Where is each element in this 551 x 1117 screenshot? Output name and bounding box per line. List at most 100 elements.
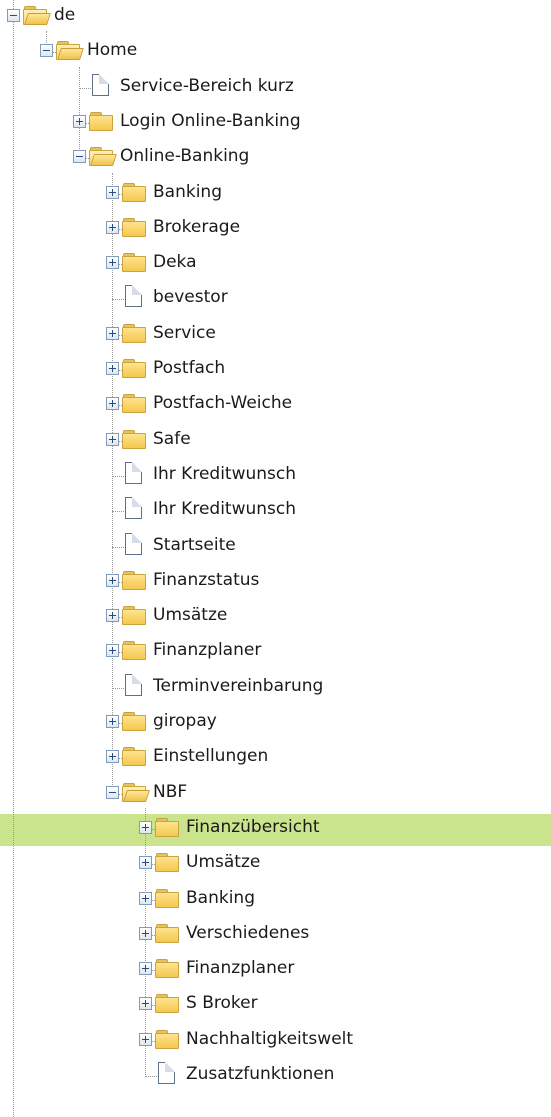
folder-icon [122,712,146,731]
tree-item-label[interactable]: Brokerage [153,217,240,237]
tree-item-ihr-kreditwunsch[interactable]: Ihr Kreditwunsch [0,459,551,489]
tree-item-label[interactable]: Terminvereinbarung [153,676,323,696]
tree-item-login-online-banking[interactable]: Login Online-Banking [0,106,551,136]
tree-item-verschiedenes[interactable]: Verschiedenes [0,918,551,948]
tree-item-service-bereich-kurz[interactable]: Service-Bereich kurz [0,71,551,101]
tree-item-label[interactable]: Finanzplaner [186,958,294,978]
tree-item-postfach[interactable]: Postfach [0,353,551,383]
tree-item-terminvereinbarung[interactable]: Terminvereinbarung [0,671,551,701]
expand-toggle-icon[interactable] [106,256,119,270]
expand-toggle-icon[interactable] [139,820,152,834]
folder-icon [122,606,146,626]
page-icon [125,497,143,520]
tree-item-label[interactable]: bevestor [153,287,228,307]
collapse-toggle-icon[interactable] [106,785,119,799]
tree-item-label[interactable]: NBF [153,782,187,802]
collapse-toggle-icon[interactable] [40,44,53,58]
expand-toggle-icon[interactable] [106,715,119,728]
folder-icon [122,747,146,767]
tree-item-label[interactable]: Einstellungen [153,746,268,766]
tree-item-label[interactable]: Banking [186,888,255,908]
expand-toggle-icon[interactable] [106,432,119,446]
folder-icon [122,570,146,590]
tree-item-label[interactable]: Safe [153,429,191,449]
tree-item-s-broker[interactable]: S Broker [0,988,551,1018]
expand-toggle-icon[interactable] [139,856,152,870]
collapse-toggle-icon[interactable] [7,9,20,22]
folder-icon [155,923,179,943]
tree-item-label[interactable]: Postfach [153,358,225,378]
expand-toggle-icon[interactable] [139,1032,152,1046]
tree-item-banking[interactable]: Banking [0,177,551,207]
expand-toggle-icon[interactable] [139,891,152,905]
folder-open-icon [23,6,51,25]
tree-item-safe[interactable]: Safe [0,424,551,454]
tree-item-label[interactable]: Deka [153,252,197,272]
tree-item-label[interactable]: Banking [153,182,222,202]
tree-item-label[interactable]: S Broker [186,993,258,1013]
tree-item-label[interactable]: Umsätze [186,852,260,872]
tree-item-brokerage[interactable]: Brokerage [0,212,551,242]
expand-toggle-icon[interactable] [139,997,152,1011]
tree-item-finanzplaner[interactable]: Finanzplaner [0,635,551,665]
tree-item-label[interactable]: Service-Bereich kurz [120,76,294,96]
tree-item-finanzuebersicht[interactable]: Finanzübersicht [0,812,551,842]
tree-item-label[interactable]: Verschiedenes [186,923,309,943]
tree-item-finanzplaner[interactable]: Finanzplaner [0,953,551,983]
tree-item-label[interactable]: Startseite [153,535,236,555]
tree-item-label[interactable]: Online-Banking [120,146,249,166]
tree-item-einstellungen[interactable]: Einstellungen [0,741,551,771]
tree-item-postfach-weiche[interactable]: Postfach-Weiche [0,388,551,418]
collapse-toggle-icon[interactable] [73,150,86,164]
expand-toggle-icon[interactable] [106,397,119,411]
tree-item-service[interactable]: Service [0,318,551,348]
folder-icon [155,1029,179,1049]
tree-item-bevestor[interactable]: bevestor [0,282,551,312]
folder-icon [122,217,146,237]
expand-toggle-icon[interactable] [106,220,119,234]
tree-item-label[interactable]: Login Online-Banking [120,111,301,131]
page-icon [158,1062,176,1085]
tree-item-home[interactable]: Home [0,35,551,65]
tree-item-label[interactable]: Finanzplaner [153,640,261,660]
tree-item-ihr-kreditwunsch[interactable]: Ihr Kreditwunsch [0,494,551,524]
folder-icon [122,429,146,449]
tree-item-umsaetze[interactable]: Umsätze [0,600,551,630]
expand-toggle-icon[interactable] [106,185,119,199]
tree-item-zusatzfunktionen[interactable]: Zusatzfunktionen [0,1059,551,1089]
expand-toggle-icon[interactable] [106,609,119,623]
expand-toggle-icon[interactable] [106,644,119,658]
tree-item-deka[interactable]: Deka [0,247,551,277]
tree-item-label[interactable]: Home [87,40,137,60]
expand-toggle-icon[interactable] [106,750,119,764]
tree-item-label[interactable]: Ihr Kreditwunsch [153,499,296,519]
tree-item-nachhaltigkeitswelt[interactable]: Nachhaltigkeitswelt [0,1024,551,1054]
expand-toggle-icon[interactable] [106,326,119,340]
tree-item-label[interactable]: giropay [153,711,217,731]
folder-icon [122,253,146,273]
tree-item-nbf[interactable]: NBF [0,777,551,807]
tree-item-giropay[interactable]: giropay [0,706,551,736]
expand-toggle-icon[interactable] [106,573,119,587]
expand-toggle-icon[interactable] [139,962,152,976]
tree-item-label[interactable]: Postfach-Weiche [153,393,292,413]
tree-item-online-banking[interactable]: Online-Banking [0,141,551,171]
tree-item-startseite[interactable]: Startseite [0,530,551,560]
folder-open-icon [56,41,84,61]
folder-icon [155,959,179,979]
tree-item-label[interactable]: Ihr Kreditwunsch [153,464,296,484]
expand-toggle-icon[interactable] [139,926,152,940]
tree-item-label[interactable]: Zusatzfunktionen [186,1064,334,1084]
tree-item-label[interactable]: Finanzstatus [153,570,259,590]
tree-item-label[interactable]: Umsätze [153,605,227,625]
tree-item-finanzstatus[interactable]: Finanzstatus [0,565,551,595]
expand-toggle-icon[interactable] [106,362,119,375]
tree-item-de[interactable]: de [0,0,551,30]
tree-item-label[interactable]: Nachhaltigkeitswelt [186,1029,353,1049]
tree-item-umsaetze[interactable]: Umsätze [0,847,551,877]
expand-toggle-icon[interactable] [73,114,86,128]
tree-item-label[interactable]: de [54,5,75,25]
tree-item-banking[interactable]: Banking [0,883,551,913]
tree-item-label[interactable]: Finanzübersicht [186,817,320,837]
tree-item-label[interactable]: Service [153,323,216,343]
